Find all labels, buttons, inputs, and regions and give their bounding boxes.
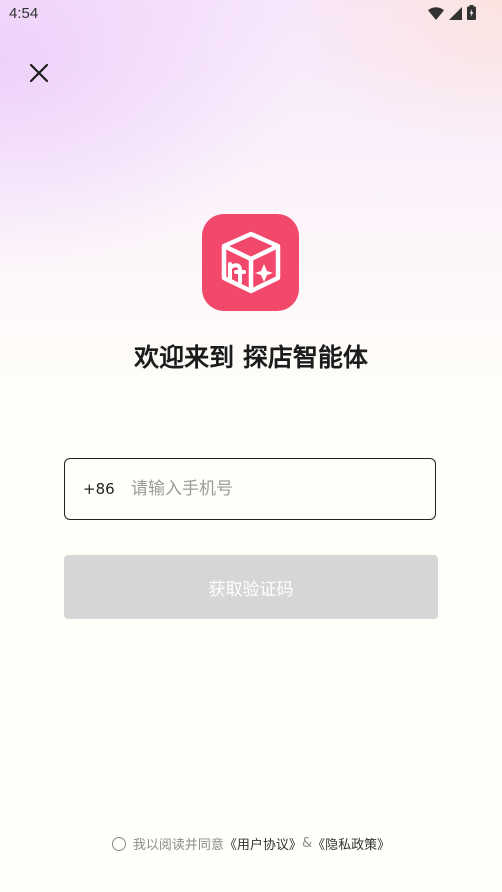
wifi-icon bbox=[428, 5, 444, 24]
phone-input[interactable] bbox=[129, 478, 413, 500]
agreement-separator: & bbox=[301, 836, 313, 851]
agreement-row: 我以阅读并同意 《用户协议》 & 《隐私政策》 bbox=[0, 834, 502, 853]
status-icons bbox=[428, 5, 476, 24]
status-time: 4:54 bbox=[9, 5, 39, 22]
user-agreement-link[interactable]: 《用户协议》 bbox=[224, 834, 302, 853]
battery-icon bbox=[467, 5, 476, 24]
status-bar: 4:54 bbox=[0, 0, 502, 28]
country-code[interactable]: +86 bbox=[83, 480, 129, 498]
welcome-title: 欢迎来到 探店智能体 bbox=[134, 343, 368, 372]
close-icon bbox=[29, 63, 49, 83]
signal-icon bbox=[449, 5, 462, 24]
agreement-prefix: 我以阅读并同意 bbox=[132, 838, 224, 853]
agreement-checkbox[interactable] bbox=[111, 836, 126, 851]
close-button[interactable] bbox=[24, 58, 54, 88]
get-code-button[interactable]: 获取验证码 bbox=[64, 555, 438, 619]
app-logo bbox=[202, 214, 299, 311]
app-logo-cube-icon bbox=[221, 231, 280, 293]
phone-field[interactable]: +86 bbox=[64, 458, 436, 520]
privacy-policy-link[interactable]: 《隐私政策》 bbox=[312, 834, 390, 853]
